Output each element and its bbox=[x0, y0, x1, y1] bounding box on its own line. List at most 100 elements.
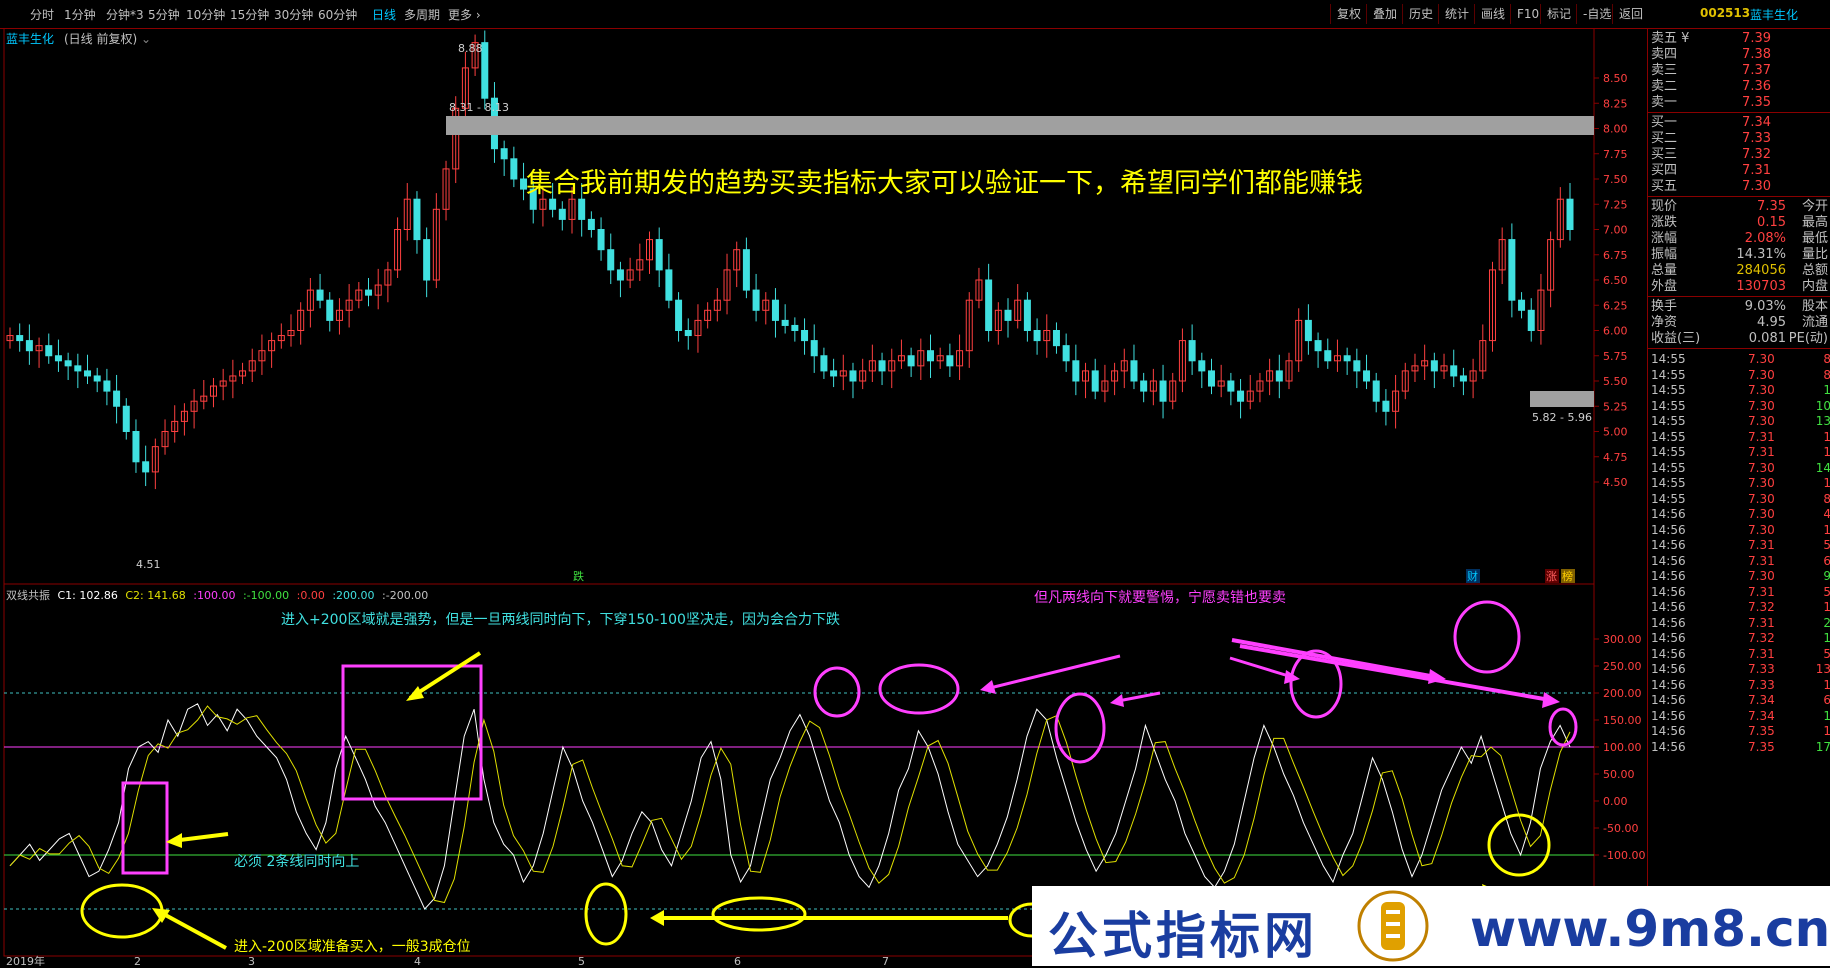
period-tab-60min[interactable]: 60分钟 bbox=[318, 6, 357, 23]
candle-down bbox=[578, 198, 586, 220]
candle-down bbox=[849, 370, 857, 382]
period-tab-multi[interactable]: 多周期 bbox=[404, 6, 440, 23]
candle-down bbox=[752, 289, 760, 311]
ask-price: 7.35 bbox=[1742, 95, 1771, 110]
candle-down bbox=[597, 229, 605, 251]
candle-down bbox=[500, 148, 508, 160]
period-tab-min3[interactable]: 分钟*3 bbox=[106, 6, 144, 23]
annotation-bottom-left: 进入-200区域准备买入，一般3成仓位 bbox=[234, 938, 471, 955]
candle-down bbox=[1430, 360, 1438, 372]
time-label-3: 3 bbox=[248, 955, 255, 966]
candle-down bbox=[1508, 239, 1516, 301]
candle-down bbox=[64, 360, 72, 367]
event-mark-zhang: 涨 bbox=[1546, 570, 1557, 583]
period-tab-fenshi[interactable]: 分时 bbox=[30, 6, 54, 23]
price-tick-label: 8.25 bbox=[1603, 97, 1628, 110]
ref-0: :0.00 bbox=[296, 589, 325, 602]
stat-label2: 内盘 bbox=[1801, 279, 1828, 294]
time-label-7: 7 bbox=[882, 955, 889, 966]
candle-down bbox=[54, 355, 62, 362]
candles bbox=[6, 30, 1574, 490]
price-tick-label: 6.75 bbox=[1603, 249, 1628, 262]
indicator-legend: 双线共振 C1: 102.86 C2: 141.68 :100.00 :-100… bbox=[6, 587, 432, 603]
candle-down bbox=[1314, 340, 1322, 352]
candle-down bbox=[549, 198, 557, 210]
candle-down bbox=[413, 198, 421, 241]
candle-down bbox=[132, 431, 140, 463]
ref-neg100: :-100.00 bbox=[242, 589, 290, 602]
magenta-ellipse-3 bbox=[1054, 692, 1106, 764]
candle-down bbox=[655, 239, 663, 271]
bid-row-5[interactable]: 买五 7.30 bbox=[1648, 178, 1830, 196]
period-tab-daily[interactable]: 日线 bbox=[372, 6, 396, 23]
price-tick-label: 6.50 bbox=[1603, 274, 1628, 287]
candle-down bbox=[607, 249, 615, 271]
candle-down bbox=[1198, 360, 1206, 372]
candle-down bbox=[1363, 370, 1371, 382]
support-zone-lower bbox=[1530, 391, 1594, 407]
candle-down bbox=[616, 269, 624, 281]
stat2-label: 收益(三) bbox=[1651, 331, 1701, 346]
price-tick-label: 7.75 bbox=[1603, 148, 1628, 161]
zone-lower-label: 5.82 - 5.96 bbox=[1532, 411, 1592, 424]
main-panel-border bbox=[3, 28, 1595, 585]
candle-down bbox=[1227, 380, 1235, 392]
tick-time: 14:56 bbox=[1651, 739, 1686, 754]
quote-separator bbox=[1648, 296, 1830, 297]
stat-label: 外盘 bbox=[1651, 279, 1678, 294]
toolbar-button-tongji[interactable]: 统计 bbox=[1438, 4, 1475, 24]
watermark-url: www.9m8.cn bbox=[1470, 900, 1830, 958]
chevron-right-icon: › bbox=[472, 8, 481, 22]
candle-down bbox=[665, 269, 673, 301]
magenta-arrow-3 bbox=[1229, 656, 1293, 679]
stat2-row: 收益(三) 0.081 PE(动) bbox=[1648, 330, 1830, 348]
indicator-tick-label: -50.00 bbox=[1603, 822, 1638, 835]
period-tab-15min[interactable]: 15分钟 bbox=[230, 6, 269, 23]
stat2-label2: PE(动) bbox=[1788, 331, 1828, 346]
price-tick-label: 7.50 bbox=[1603, 173, 1628, 186]
toolbar-button-fuquan[interactable]: 复权 bbox=[1330, 4, 1367, 24]
price-tick-label: 7.25 bbox=[1603, 198, 1628, 211]
ask-row-1[interactable]: 卖一 7.35 bbox=[1648, 94, 1830, 112]
watermark-text: 公式指标网 bbox=[1048, 907, 1318, 965]
yellow-ellipse-1 bbox=[80, 883, 164, 939]
candle-down bbox=[771, 299, 779, 321]
kline-chart[interactable]: 8.50 8.25 8.00 7.75 7.50 7.25 7.00 6.75 6.50 6.25… bbox=[0, 28, 1647, 966]
time-label-2: 2 bbox=[134, 955, 141, 966]
annotation-middle-left: 必须 2条线同时向上 bbox=[234, 853, 359, 870]
time-label-4: 4 bbox=[414, 955, 421, 966]
magenta-box-2 bbox=[341, 664, 483, 801]
period-tab-1min[interactable]: 1分钟 bbox=[64, 6, 96, 23]
toolbar-button-biaoji[interactable]: 标记 bbox=[1540, 4, 1577, 24]
yellow-ellipse-2 bbox=[584, 882, 628, 946]
candle-down bbox=[558, 208, 566, 220]
quote-separator bbox=[1648, 196, 1830, 197]
toolbar-button-huaxian[interactable]: 画线 bbox=[1474, 4, 1511, 24]
event-mark-bang: 榜 bbox=[1562, 569, 1573, 583]
resistance-zone-upper bbox=[446, 116, 1594, 135]
magenta-arrowhead-1 bbox=[980, 680, 996, 694]
period-tab-5min[interactable]: 5分钟 bbox=[148, 6, 180, 23]
toolbar-button-lishi[interactable]: 历史 bbox=[1402, 4, 1439, 24]
indicator-tick-label: 250.00 bbox=[1603, 660, 1642, 673]
candle-down bbox=[122, 405, 130, 432]
more-label: 更多 bbox=[448, 8, 473, 22]
candle-down bbox=[907, 355, 915, 367]
magenta-arrow-2 bbox=[1117, 691, 1161, 703]
toolbar-button-diejia[interactable]: 叠加 bbox=[1366, 4, 1403, 24]
price-tick-label: 5.25 bbox=[1603, 400, 1628, 413]
toolbar-button-fanhui[interactable]: 返回 bbox=[1612, 4, 1649, 24]
candle-down bbox=[801, 330, 809, 342]
time-label-year: 2019年 bbox=[6, 954, 45, 966]
indicator-tick-label: 150.00 bbox=[1603, 714, 1642, 727]
period-tab-more[interactable]: 更多 › bbox=[448, 6, 481, 23]
candle-down bbox=[1140, 380, 1148, 392]
period-tab-10min[interactable]: 10分钟 bbox=[186, 6, 225, 23]
indicator-tick-label: -100.00 bbox=[1603, 849, 1645, 862]
price-tick-label: 6.00 bbox=[1603, 325, 1628, 338]
candle-down bbox=[1304, 319, 1312, 342]
period-tab-30min[interactable]: 30分钟 bbox=[274, 6, 313, 23]
price-tick-label: 5.50 bbox=[1603, 375, 1628, 388]
indicator-tick-label: 0.00 bbox=[1603, 795, 1628, 808]
indicator-name[interactable]: 双线共振 bbox=[6, 589, 50, 602]
